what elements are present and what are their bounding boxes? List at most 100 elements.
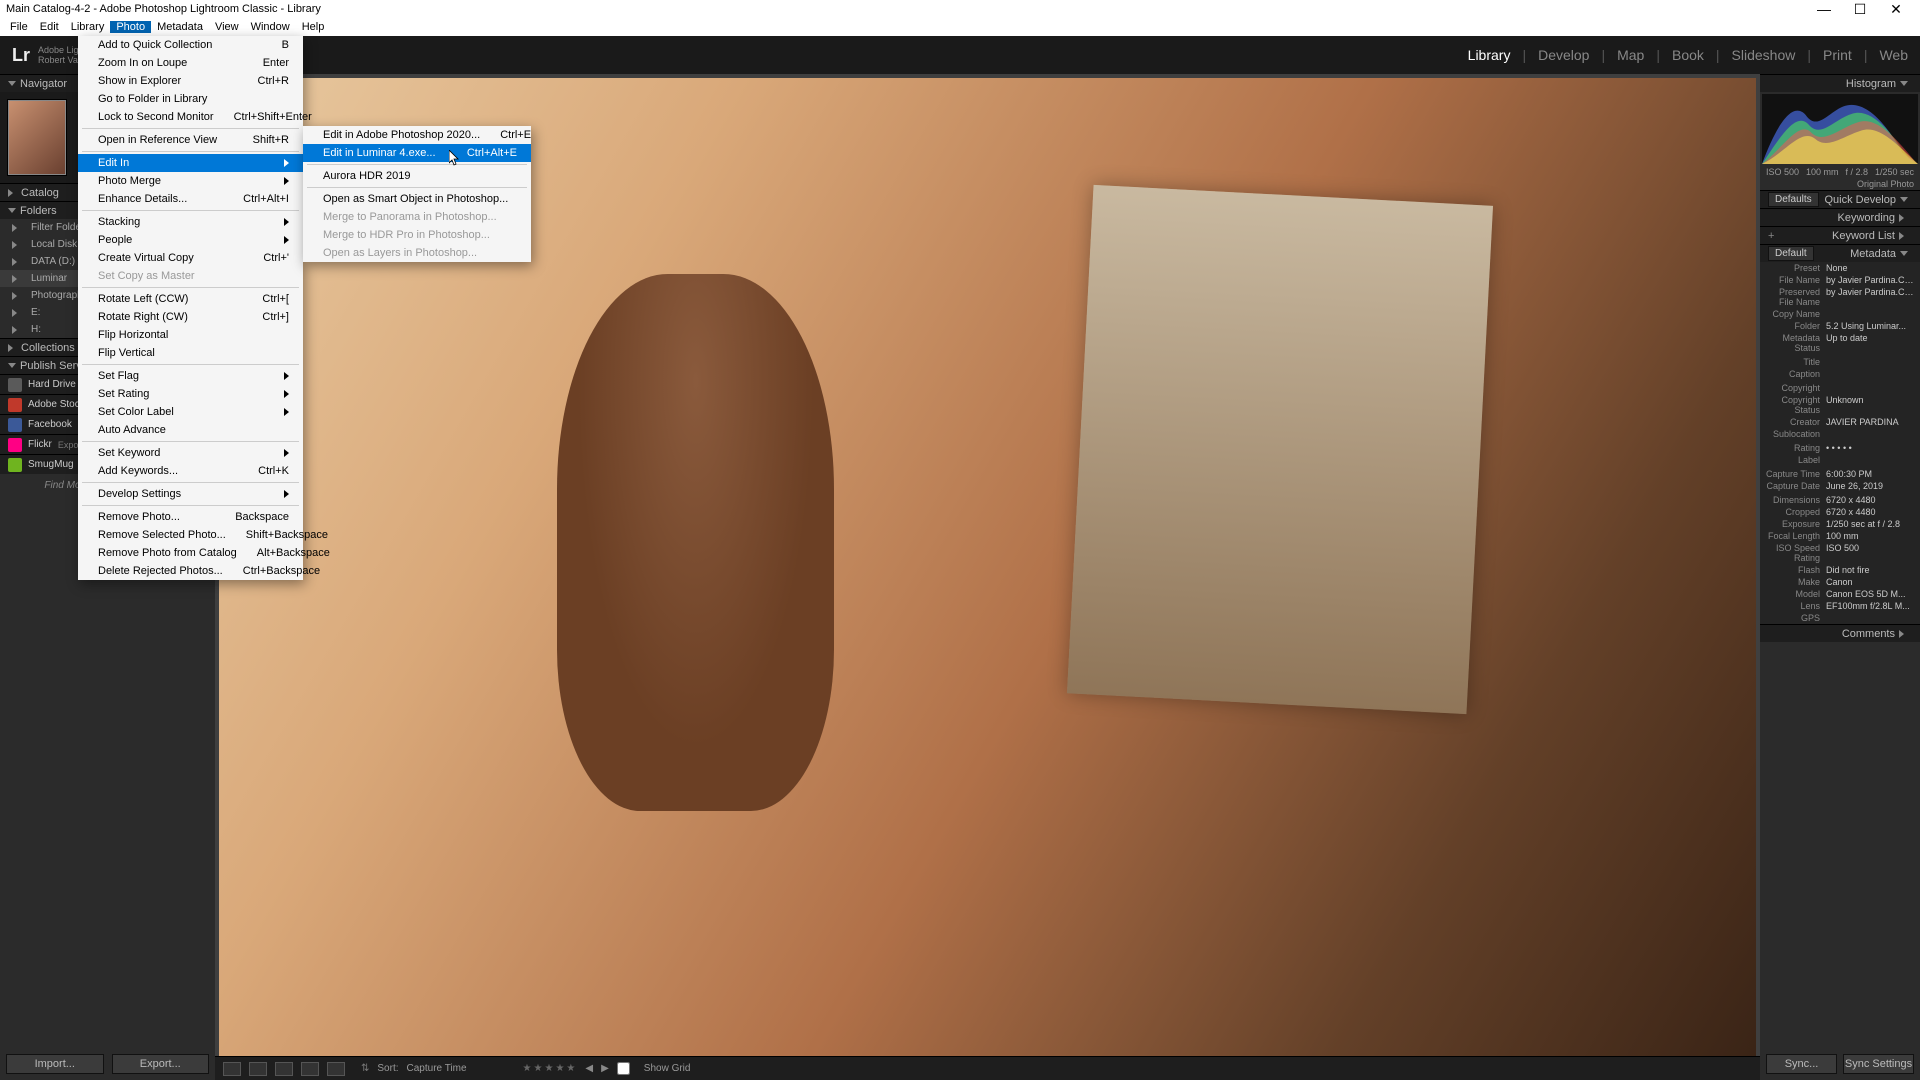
module-web[interactable]: Web bbox=[1879, 47, 1908, 63]
chevron-right-icon bbox=[284, 449, 289, 457]
menu-item[interactable]: Add to Quick CollectionB bbox=[78, 36, 303, 54]
expand-icon bbox=[12, 326, 21, 334]
sync-settings-button[interactable]: Sync Settings bbox=[1843, 1054, 1914, 1074]
quick-develop-header[interactable]: Defaults Quick Develop bbox=[1760, 190, 1920, 208]
histogram[interactable] bbox=[1762, 94, 1918, 164]
menu-window[interactable]: Window bbox=[245, 21, 296, 33]
window-maximize-icon[interactable]: ☐ bbox=[1842, 1, 1878, 18]
menu-item[interactable]: Aurora HDR 2019 bbox=[303, 167, 531, 185]
menu-file[interactable]: File bbox=[4, 21, 34, 33]
comments-header[interactable]: Comments bbox=[1760, 624, 1920, 642]
menu-item[interactable]: Add Keywords...Ctrl+K bbox=[78, 462, 303, 480]
menu-item[interactable]: Develop Settings bbox=[78, 485, 303, 503]
metadata-row: LensEF100mm f/2.8L M... bbox=[1760, 600, 1920, 612]
expand-icon bbox=[12, 241, 21, 249]
compare-view-icon[interactable] bbox=[275, 1062, 293, 1076]
window-minimize-icon[interactable]: — bbox=[1806, 1, 1842, 17]
menu-item[interactable]: Open as Smart Object in Photoshop... bbox=[303, 190, 531, 208]
show-grid-checkbox[interactable] bbox=[617, 1062, 630, 1075]
menu-item[interactable]: Rotate Left (CCW)Ctrl+[ bbox=[78, 290, 303, 308]
menu-item[interactable]: Remove Photo from CatalogAlt+Backspace bbox=[78, 544, 303, 562]
editin-submenu[interactable]: Edit in Adobe Photoshop 2020...Ctrl+EEdi… bbox=[303, 126, 531, 262]
menu-item[interactable]: Stacking bbox=[78, 213, 303, 231]
module-picker[interactable]: Library|Develop|Map|Book|Slideshow|Print… bbox=[1468, 47, 1908, 63]
defaults-dropdown[interactable]: Defaults bbox=[1768, 192, 1819, 207]
menu-metadata[interactable]: Metadata bbox=[151, 21, 209, 33]
service-icon bbox=[8, 398, 22, 412]
grid-view-icon[interactable] bbox=[223, 1062, 241, 1076]
chevron-right-icon bbox=[284, 490, 289, 498]
menu-item[interactable]: Show in ExplorerCtrl+R bbox=[78, 72, 303, 90]
service-icon bbox=[8, 438, 22, 452]
menu-edit[interactable]: Edit bbox=[34, 21, 65, 33]
metadata-row: Copy Name bbox=[1760, 308, 1920, 320]
window-title: Main Catalog-4-2 - Adobe Photoshop Light… bbox=[6, 3, 321, 15]
menu-item[interactable]: People bbox=[78, 231, 303, 249]
next-icon[interactable]: ▶ bbox=[601, 1063, 609, 1074]
menubar[interactable]: FileEditLibraryPhotoMetadataViewWindowHe… bbox=[0, 18, 1920, 36]
navigator-thumbnail[interactable] bbox=[8, 100, 66, 175]
keyword-list-header[interactable]: +Keyword List bbox=[1760, 226, 1920, 244]
expand-icon bbox=[12, 292, 21, 300]
menu-item[interactable]: Edit In bbox=[78, 154, 303, 172]
menu-item: Merge to Panorama in Photoshop... bbox=[303, 208, 531, 226]
menu-item[interactable]: Flip Horizontal bbox=[78, 326, 303, 344]
survey-view-icon[interactable] bbox=[301, 1062, 319, 1076]
keywording-header[interactable]: Keywording bbox=[1760, 208, 1920, 226]
loupe-toolbar: ⇅ Sort: Capture Time ★★★★★ ◀ ▶ Show Grid bbox=[215, 1056, 1760, 1080]
metadata-header[interactable]: Default Metadata bbox=[1760, 244, 1920, 262]
module-print[interactable]: Print bbox=[1823, 47, 1852, 63]
menu-item[interactable]: Delete Rejected Photos...Ctrl+Backspace bbox=[78, 562, 303, 580]
chevron-right-icon bbox=[284, 218, 289, 226]
menu-item[interactable]: Auto Advance bbox=[78, 421, 303, 439]
menu-photo[interactable]: Photo bbox=[110, 21, 151, 33]
menu-help[interactable]: Help bbox=[296, 21, 331, 33]
menu-item[interactable]: Remove Photo...Backspace bbox=[78, 508, 303, 526]
module-slideshow[interactable]: Slideshow bbox=[1732, 47, 1796, 63]
module-map[interactable]: Map bbox=[1617, 47, 1644, 63]
menu-item[interactable]: Zoom In on LoupeEnter bbox=[78, 54, 303, 72]
menu-item[interactable]: Edit in Luminar 4.exe...Ctrl+Alt+E bbox=[303, 144, 531, 162]
metadata-row: Label bbox=[1760, 454, 1920, 466]
photo-menu[interactable]: Add to Quick CollectionBZoom In on Loupe… bbox=[78, 36, 303, 580]
menu-item[interactable]: Rotate Right (CW)Ctrl+] bbox=[78, 308, 303, 326]
import-button[interactable]: Import... bbox=[6, 1054, 104, 1074]
export-button[interactable]: Export... bbox=[112, 1054, 210, 1074]
metadata-preset-dropdown[interactable]: Default bbox=[1768, 246, 1814, 261]
sort-direction-icon[interactable]: ⇅ bbox=[361, 1063, 369, 1074]
sort-mode[interactable]: Capture Time bbox=[407, 1063, 467, 1074]
metadata-row: PresetNone bbox=[1760, 262, 1920, 274]
metadata-row: Caption bbox=[1760, 368, 1920, 380]
menu-item[interactable]: Set Color Label bbox=[78, 403, 303, 421]
menu-item[interactable]: Lock to Second MonitorCtrl+Shift+Enter bbox=[78, 108, 303, 126]
menu-item[interactable]: Set Flag bbox=[78, 367, 303, 385]
menu-library[interactable]: Library bbox=[65, 21, 111, 33]
sync-button[interactable]: Sync... bbox=[1766, 1054, 1837, 1074]
expand-icon bbox=[12, 275, 21, 283]
people-view-icon[interactable] bbox=[327, 1062, 345, 1076]
histogram-header[interactable]: Histogram bbox=[1760, 74, 1920, 92]
menu-item[interactable]: Flip Vertical bbox=[78, 344, 303, 362]
chevron-right-icon bbox=[284, 372, 289, 380]
menu-view[interactable]: View bbox=[209, 21, 245, 33]
exif-summary: ISO 500100 mmf / 2.81/250 sec bbox=[1760, 166, 1920, 178]
menu-item[interactable]: Create Virtual CopyCtrl+' bbox=[78, 249, 303, 267]
window-close-icon[interactable]: ✕ bbox=[1878, 1, 1914, 18]
module-library[interactable]: Library bbox=[1468, 47, 1511, 63]
module-develop[interactable]: Develop bbox=[1538, 47, 1589, 63]
menu-item[interactable]: Go to Folder in Library bbox=[78, 90, 303, 108]
mouse-cursor-icon bbox=[449, 150, 461, 166]
chevron-right-icon bbox=[284, 390, 289, 398]
module-book[interactable]: Book bbox=[1672, 47, 1704, 63]
menu-item[interactable]: Set Rating bbox=[78, 385, 303, 403]
menu-item[interactable]: Remove Selected Photo...Shift+Backspace bbox=[78, 526, 303, 544]
rating-stars[interactable]: ★★★★★ bbox=[523, 1063, 578, 1074]
menu-item[interactable]: Photo Merge bbox=[78, 172, 303, 190]
sort-label: Sort: bbox=[377, 1063, 398, 1074]
menu-item[interactable]: Set Keyword bbox=[78, 444, 303, 462]
menu-item[interactable]: Enhance Details...Ctrl+Alt+I bbox=[78, 190, 303, 208]
menu-item[interactable]: Edit in Adobe Photoshop 2020...Ctrl+E bbox=[303, 126, 531, 144]
prev-icon[interactable]: ◀ bbox=[585, 1063, 593, 1074]
menu-item[interactable]: Open in Reference ViewShift+R bbox=[78, 131, 303, 149]
loupe-view-icon[interactable] bbox=[249, 1062, 267, 1076]
